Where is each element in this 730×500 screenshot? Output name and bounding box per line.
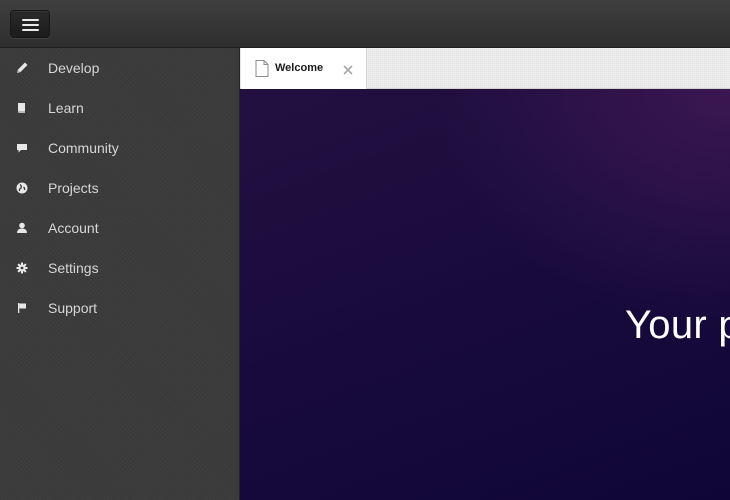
tab-welcome[interactable]: Welcome (241, 48, 367, 89)
sidebar-item-label: Learn (48, 100, 84, 116)
flag-icon (14, 300, 30, 316)
hero-heading: Your p (625, 303, 730, 347)
sidebar-item-label: Community (48, 140, 119, 156)
welcome-content: Your p (240, 89, 730, 500)
sidebar-item-label: Projects (48, 180, 99, 196)
globe-icon (14, 180, 30, 196)
sidebar-item-settings[interactable]: Settings (0, 248, 239, 288)
sidebar-item-label: Settings (48, 260, 99, 276)
tab-label: Welcome (275, 62, 324, 74)
sidebar-item-label: Account (48, 220, 99, 236)
hamburger-menu-button[interactable] (10, 10, 50, 38)
comment-icon (14, 140, 30, 156)
sidebar-item-label: Develop (48, 60, 100, 76)
tab-strip: Welcome (240, 48, 730, 89)
user-icon (14, 220, 30, 236)
main-area: Welcome Your p (240, 48, 730, 500)
sidebar-item-account[interactable]: Account (0, 208, 239, 248)
close-icon[interactable] (342, 63, 354, 75)
pencil-icon (14, 60, 30, 76)
hamburger-icon (22, 19, 39, 31)
sidebar-item-projects[interactable]: Projects (0, 168, 239, 208)
gear-icon (14, 260, 30, 276)
book-icon (14, 100, 30, 116)
top-bar (0, 0, 730, 48)
sidebar-item-label: Support (48, 300, 98, 316)
document-icon (255, 60, 269, 77)
sidebar-item-learn[interactable]: Learn (0, 88, 239, 128)
sidebar-item-community[interactable]: Community (0, 128, 239, 168)
sidebar-item-support[interactable]: Support (0, 288, 239, 328)
sidebar-item-develop[interactable]: Develop (0, 48, 239, 88)
sidebar: Develop Learn Community Projects Account (0, 48, 240, 500)
